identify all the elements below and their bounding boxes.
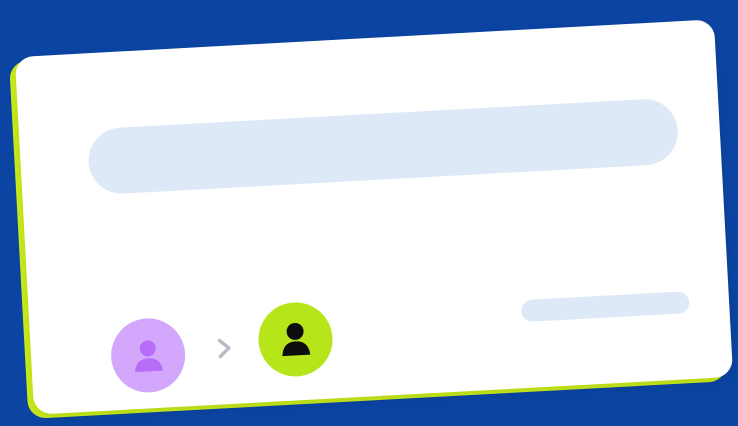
subtitle-placeholder-bar <box>520 291 690 323</box>
target-avatar <box>256 300 335 379</box>
source-avatar <box>109 316 188 395</box>
scene-background <box>0 0 738 426</box>
transfer-card <box>14 19 734 415</box>
transfer-card-wrapper <box>9 19 734 419</box>
chevron-right-icon <box>214 336 235 361</box>
person-icon <box>282 322 311 357</box>
person-icon <box>135 340 163 373</box>
title-placeholder-bar <box>86 97 680 196</box>
